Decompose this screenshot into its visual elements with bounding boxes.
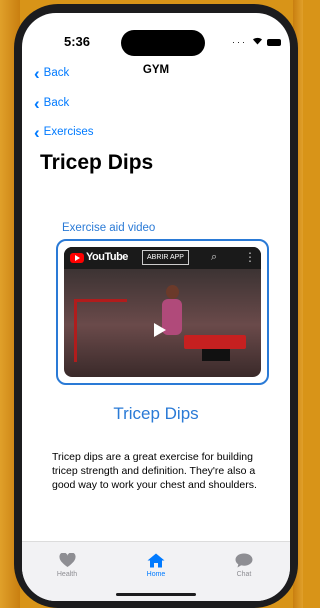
back-label: Back (43, 97, 70, 109)
youtube-bar: YouTube ABRIR APP ⌕ ⋮ (64, 247, 261, 269)
search-icon[interactable]: ⌕ (211, 251, 217, 264)
back-button-exercises[interactable]: ‹ Exercises (34, 123, 94, 141)
home-icon (147, 553, 165, 568)
tab-home[interactable]: Home (131, 553, 181, 578)
chat-bubble-icon (235, 553, 253, 568)
video-frame-rack (74, 299, 127, 362)
back-button-2[interactable]: ‹ Back (34, 94, 69, 112)
open-app-button[interactable]: ABRIR APP (142, 250, 189, 265)
exercise-description: Tricep dips are a great exercise for bui… (52, 451, 257, 491)
nav-title: GYM (142, 64, 170, 76)
back-label: Exercises (43, 126, 94, 138)
phone-screen: 5:36 ··· ‹ Back GYM ‹ Back ‹ Exercises T… (22, 13, 290, 601)
chevron-left-icon: ‹ (34, 93, 40, 113)
home-indicator (116, 593, 196, 596)
exercise-aid-video-link[interactable]: Exercise aid video (62, 222, 155, 234)
play-icon[interactable] (154, 323, 166, 337)
youtube-brand: YouTube (86, 251, 128, 263)
dynamic-island (121, 30, 205, 56)
status-time: 5:36 (64, 34, 91, 49)
battery-icon (267, 39, 282, 47)
youtube-logo-icon (70, 253, 84, 263)
video-player[interactable]: YouTube ABRIR APP ⌕ ⋮ (64, 247, 261, 377)
tab-chat[interactable]: Chat (219, 553, 269, 578)
tab-label: Health (56, 571, 78, 578)
video-frame-bench-leg (202, 349, 230, 361)
video-frame-bench (184, 335, 246, 349)
chevron-left-icon: ‹ (34, 122, 40, 142)
wifi-icon (252, 37, 268, 47)
tab-label: Home (146, 571, 166, 578)
more-options-icon[interactable]: ⋮ (244, 250, 256, 264)
cellular-icon: ··· (232, 37, 247, 47)
tab-bar: Health Home Chat (22, 541, 290, 601)
page-title: Tricep Dips (40, 151, 154, 174)
video-frame-head (166, 285, 179, 299)
video-container: YouTube ABRIR APP ⌕ ⋮ (56, 239, 269, 385)
status-icons: ··· (232, 36, 282, 47)
heart-icon (58, 553, 76, 567)
tab-label: Chat (236, 571, 252, 578)
tab-health[interactable]: Health (42, 553, 92, 578)
exercise-name: Tricep Dips (113, 404, 199, 423)
